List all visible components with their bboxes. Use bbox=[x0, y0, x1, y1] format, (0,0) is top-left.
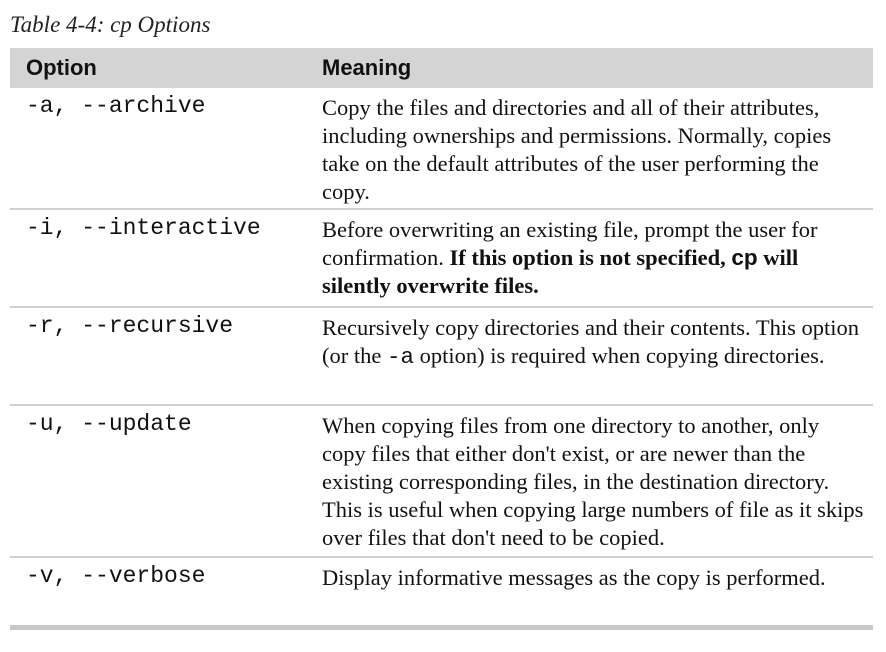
option-update: -u, --update bbox=[26, 411, 192, 437]
table-caption: Table 4-4: cp Options bbox=[10, 12, 211, 37]
meaning-interactive-bold-1: If this option is not specified, bbox=[449, 245, 732, 270]
meaning-recursive-text-2: option) is required when copying directo… bbox=[414, 343, 825, 368]
meaning-recursive-code: -a bbox=[386, 344, 414, 370]
table-row: -a, --archive Copy the files and directo… bbox=[10, 88, 873, 210]
option-verbose: -v, --verbose bbox=[26, 563, 206, 589]
meaning-recursive: Recursively copy directories and their c… bbox=[306, 308, 873, 404]
meaning-interactive: Before overwriting an existing file, pro… bbox=[306, 210, 873, 306]
cp-options-table: Option Meaning -a, --archive Copy the fi… bbox=[10, 48, 873, 630]
meaning-interactive-code: cp bbox=[731, 245, 758, 270]
table-header-row: Option Meaning bbox=[10, 48, 873, 88]
option-interactive: -i, --interactive bbox=[26, 215, 261, 241]
option-archive: -a, --archive bbox=[26, 93, 206, 119]
meaning-update: When copying files from one directory to… bbox=[322, 413, 864, 550]
table-row: -r, --recursive Recursively copy directo… bbox=[10, 308, 873, 406]
table-row: -v, --verbose Display informative messag… bbox=[10, 558, 873, 630]
meaning-verbose: Display informative messages as the copy… bbox=[322, 565, 826, 590]
header-option: Option bbox=[26, 55, 97, 80]
table-row: -u, --update When copying files from one… bbox=[10, 406, 873, 558]
option-recursive: -r, --recursive bbox=[26, 313, 234, 339]
meaning-archive: Copy the files and directories and all o… bbox=[322, 95, 832, 204]
table-row: -i, --interactive Before overwriting an … bbox=[10, 210, 873, 308]
header-meaning: Meaning bbox=[322, 55, 412, 80]
